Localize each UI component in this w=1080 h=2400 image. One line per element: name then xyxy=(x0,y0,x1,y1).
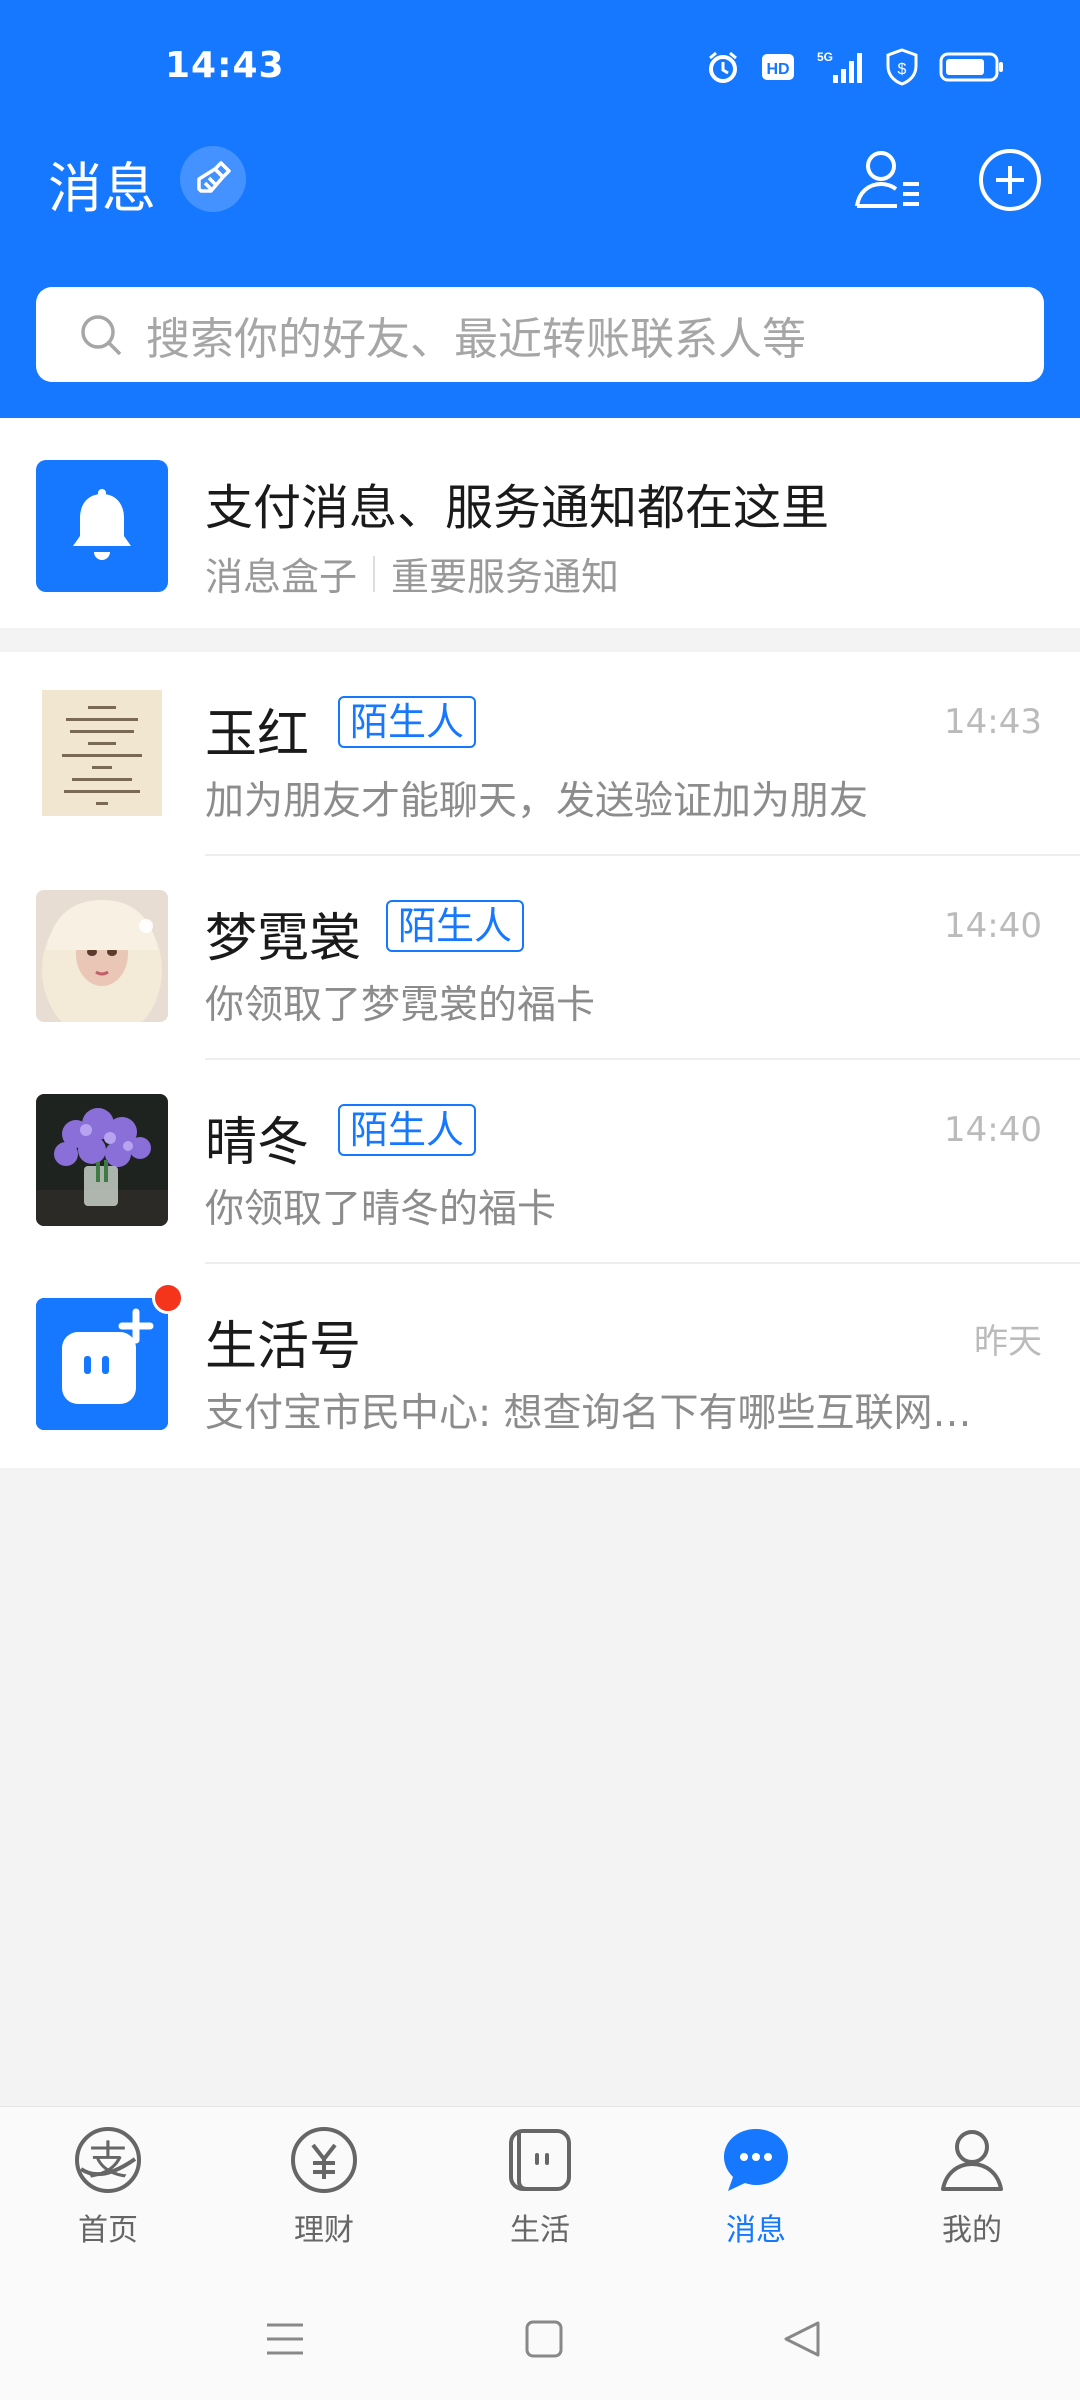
contacts-icon xyxy=(855,151,919,208)
message-preview: 支付宝市民中心: 想查询名下有哪些互联网账... xyxy=(205,1391,995,1436)
alarm-icon xyxy=(709,51,737,83)
stranger-tag: 陌生人 xyxy=(338,1104,477,1156)
tab-label: 理财 xyxy=(294,2213,354,2248)
message-time: 昨天 xyxy=(974,1322,1042,1362)
back-key[interactable] xyxy=(772,2314,832,2364)
stranger-tag: 陌生人 xyxy=(338,696,477,748)
hd-icon: HD xyxy=(762,54,794,80)
signal-5g-icon: 5G xyxy=(817,50,862,83)
life-icon xyxy=(509,2129,571,2191)
chat-row[interactable]: 晴冬 陌生人 14:40 你领取了晴冬的福卡 xyxy=(0,1060,1080,1264)
tab-mine[interactable]: 我的 xyxy=(902,2125,1042,2265)
system-nav-bar xyxy=(0,2276,1080,2400)
tab-label: 生活 xyxy=(510,2213,570,2248)
message-icon xyxy=(724,2129,788,2191)
avatar xyxy=(36,1094,168,1226)
status-icons: HD 5G $ xyxy=(705,48,1005,86)
chat-list: 玉红 陌生人 14:43 加为朋友才能聊天，发送验证加为朋友 梦霓裳 陌生人 1… xyxy=(0,652,1080,1468)
search-placeholder: 搜索你的好友、最近转账联系人等 xyxy=(146,313,806,365)
tab-label: 我的 xyxy=(942,2213,1002,2248)
contact-name: 生活号 xyxy=(205,1317,362,1377)
broom-icon xyxy=(197,161,231,193)
notice-title: 支付消息、服务通知都在这里 xyxy=(205,480,830,536)
avatar xyxy=(36,686,168,818)
svg-text:HD: HD xyxy=(766,61,789,78)
tab-home[interactable]: 支 首页 xyxy=(38,2125,178,2265)
divider xyxy=(373,555,376,592)
battery-icon xyxy=(939,52,1003,82)
message-box-entry[interactable]: 支付消息、服务通知都在这里 消息盒子 重要服务通知 xyxy=(0,418,1080,628)
svg-text:支: 支 xyxy=(88,2138,128,2184)
tab-wealth[interactable]: 理财 xyxy=(254,2125,394,2265)
search-input[interactable]: 搜索你的好友、最近转账联系人等 xyxy=(36,287,1044,382)
bottom-tab-bar: 支 首页 理财 生活 消息 我的 xyxy=(0,2106,1080,2276)
tab-label: 首页 xyxy=(78,2213,138,2248)
bell-icon xyxy=(36,460,168,592)
notice-sub-left: 消息盒子 xyxy=(205,555,358,599)
menu-key[interactable] xyxy=(255,2314,315,2364)
square-icon xyxy=(525,2320,563,2358)
contacts-button[interactable] xyxy=(850,142,926,218)
contact-name: 梦霓裳 xyxy=(205,909,362,969)
clear-unread-button[interactable] xyxy=(180,146,246,212)
svg-text:5G: 5G xyxy=(817,50,833,64)
plus-circle-icon xyxy=(979,149,1041,211)
chat-row[interactable]: 生活号 昨天 支付宝市民中心: 想查询名下有哪些互联网账... xyxy=(0,1264,1080,1468)
svg-text:$: $ xyxy=(898,61,907,78)
message-preview: 加为朋友才能聊天，发送验证加为朋友 xyxy=(205,779,869,824)
tab-messages[interactable]: 消息 xyxy=(686,2125,826,2265)
back-triangle-icon xyxy=(784,2321,820,2357)
unread-dot xyxy=(152,1282,184,1314)
menu-icon xyxy=(267,2323,303,2355)
yuan-icon xyxy=(291,2127,357,2193)
message-time: 14:40 xyxy=(944,1110,1042,1150)
shield-icon: $ xyxy=(886,48,918,86)
message-preview: 你领取了晴冬的福卡 xyxy=(205,1187,557,1232)
message-time: 14:43 xyxy=(944,702,1042,742)
title-row: 消息 xyxy=(0,130,1080,230)
avatar xyxy=(36,890,168,1022)
life-account-avatar xyxy=(36,1298,168,1430)
stranger-tag: 陌生人 xyxy=(386,900,525,952)
notice-sub-right: 重要服务通知 xyxy=(391,555,620,599)
search-icon xyxy=(81,314,122,355)
notice-subtitle: 消息盒子 重要服务通知 xyxy=(205,546,619,601)
chat-row[interactable]: 梦霓裳 陌生人 14:40 你领取了梦霓裳的福卡 xyxy=(0,856,1080,1060)
contact-name: 玉红 xyxy=(205,705,310,765)
header: 14:43 HD 5G $ 消息 搜索你的好友、最近转账联系人等 xyxy=(0,0,1080,418)
tab-label: 消息 xyxy=(726,2213,786,2248)
alipay-home-icon: 支 xyxy=(75,2127,141,2193)
message-time: 14:40 xyxy=(944,906,1042,946)
status-time: 14:43 xyxy=(165,45,285,86)
chat-row[interactable]: 玉红 陌生人 14:43 加为朋友才能聊天，发送验证加为朋友 xyxy=(0,652,1080,856)
home-key[interactable] xyxy=(514,2314,574,2364)
contact-name: 晴冬 xyxy=(205,1113,310,1173)
add-button[interactable] xyxy=(972,142,1048,218)
user-icon xyxy=(941,2130,1003,2191)
page-title: 消息 xyxy=(48,157,156,220)
message-preview: 你领取了梦霓裳的福卡 xyxy=(205,983,596,1028)
tab-life[interactable]: 生活 xyxy=(470,2125,610,2265)
